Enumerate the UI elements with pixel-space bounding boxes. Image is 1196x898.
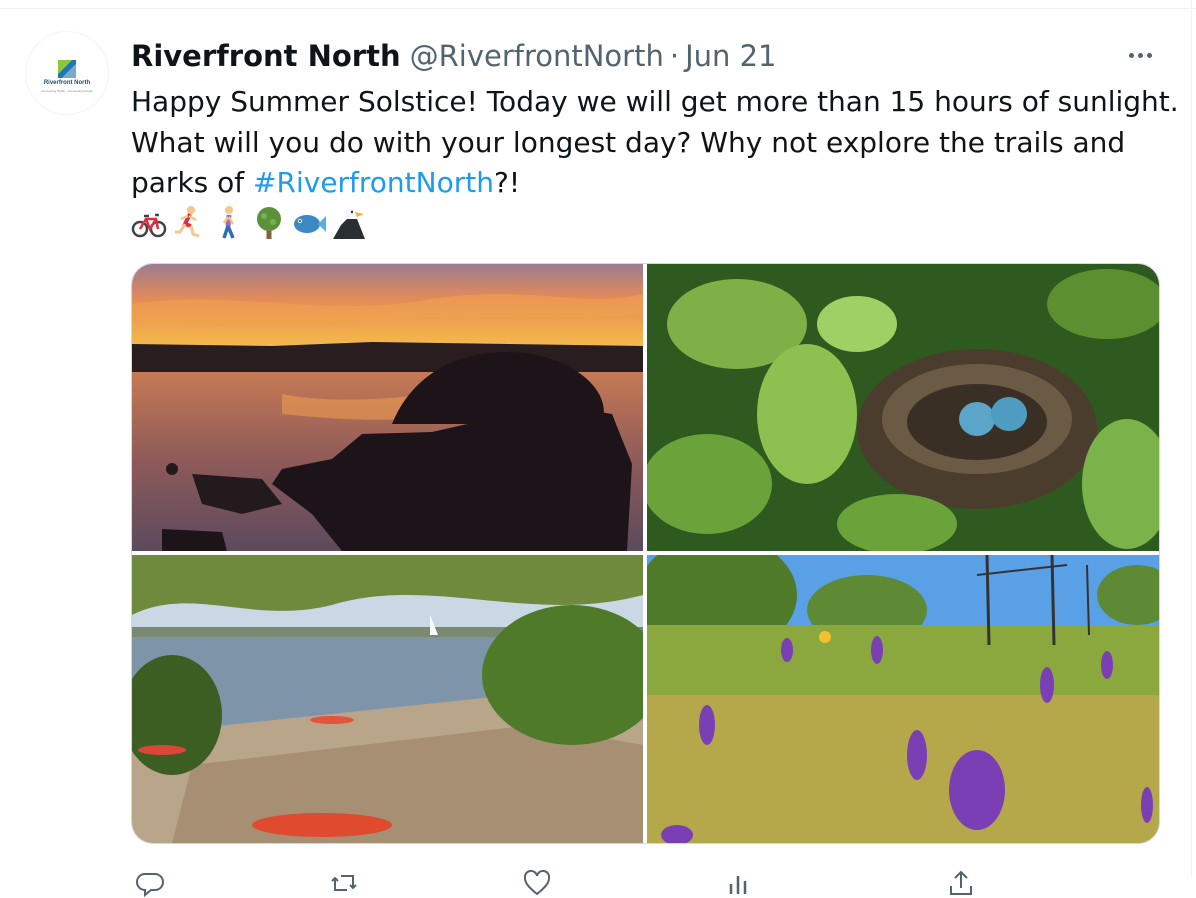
avatar-brand-text: Riverfront North [43,80,91,86]
separator-dot: · [669,39,680,73]
tweet-header: Riverfront North @RiverfrontNorth · Jun … [131,36,777,76]
tweet-text-line-1: Happy Summer Solstice! Today we will get… [131,85,1179,118]
bicycle-icon [131,213,167,238]
fish-icon [294,215,326,233]
tree-icon [257,207,281,239]
like-icon[interactable] [522,868,552,898]
tweet-text: Happy Summer Solstice! Today we will get… [131,82,1179,204]
person-running-icon [175,206,200,238]
tweet-text-line-3-end: ?! [493,166,521,199]
tweet-text-line-3: parks of #RiverfrontNorth?! [131,163,1171,204]
sunset-river-photo[interactable] [132,264,643,551]
avatar-tagline: Connecting Parks · Connecting People [41,89,93,93]
tweet-actions [131,862,1031,898]
more-dot-icon [1146,52,1152,58]
tweet-date[interactable]: Jun 21 [685,39,776,73]
avatar[interactable]: Riverfront North Connecting Parks · Conn… [26,32,108,114]
tweet-text-line-3-start: parks of [131,166,254,199]
robin-nest-photo[interactable] [647,264,1159,551]
timeline-border [1191,0,1192,878]
views-icon[interactable] [723,868,753,898]
eagle-icon [333,208,365,239]
tweet-text-line-2: What will you do with your longest day? … [131,125,1126,159]
hashtag-link[interactable]: #RiverfrontNorth [253,166,494,199]
more-dot-icon [1128,52,1134,58]
author-name[interactable]: Riverfront North [131,39,401,73]
reply-icon[interactable] [135,868,165,898]
more-options-button[interactable] [1122,44,1158,66]
media-grid [131,263,1160,844]
person-walking-icon [222,206,235,239]
wildflower-meadow-photo[interactable] [647,555,1159,843]
top-divider [0,8,1196,9]
retweet-icon[interactable] [329,868,359,898]
riverbank-kayaks-photo[interactable] [132,555,643,843]
more-dot-icon [1137,52,1143,58]
share-icon[interactable] [946,868,976,898]
riverfront-logo-icon [58,60,76,78]
author-handle[interactable]: @RiverfrontNorth [410,39,664,73]
emoji-row [131,203,367,243]
